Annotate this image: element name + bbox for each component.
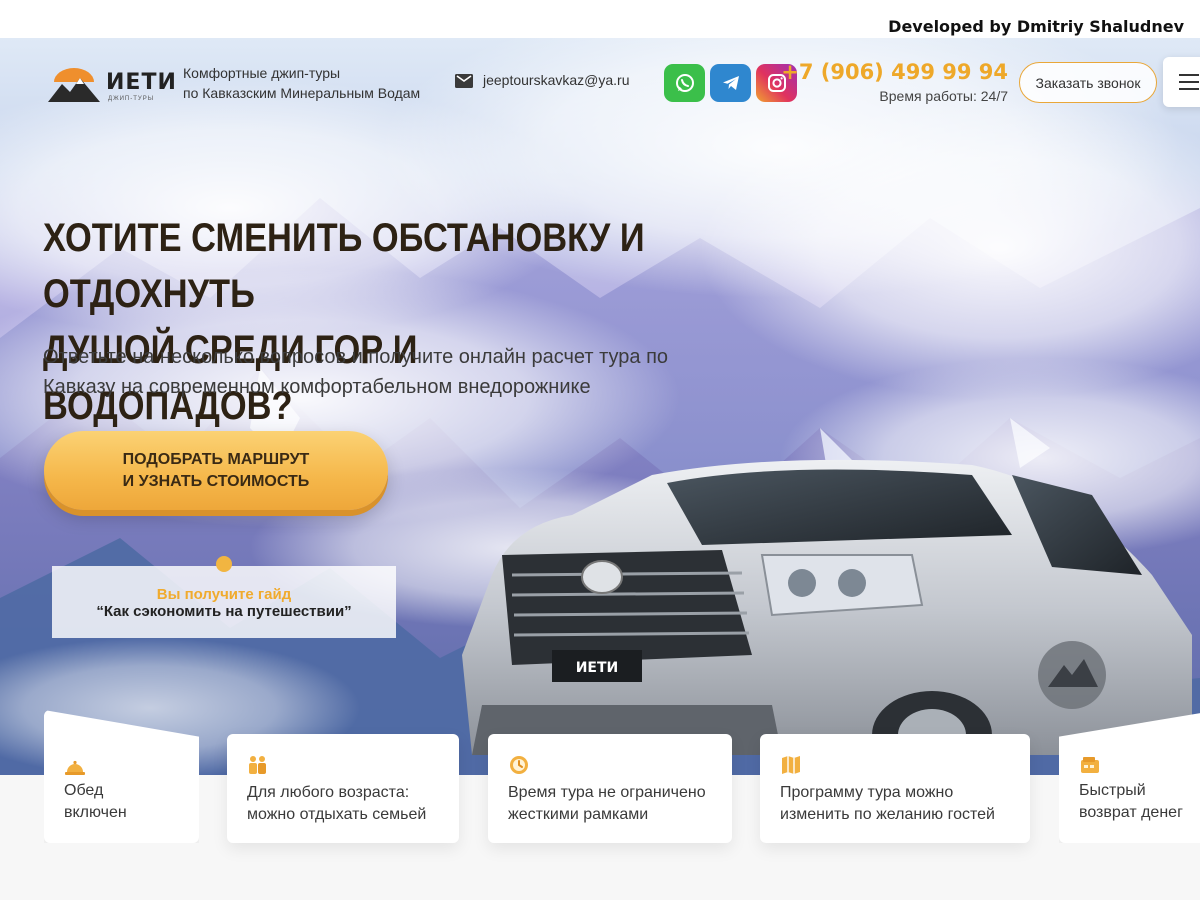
tagline-line-2: по Кавказским Минеральным Водам	[183, 85, 421, 101]
whatsapp-icon	[675, 74, 694, 92]
feature-text: Обед включен	[64, 782, 127, 821]
telegram-icon	[722, 76, 739, 90]
telegram-button[interactable]	[710, 64, 751, 102]
site-logo[interactable]: ИЕТИ ДЖИП-ТУРЫ	[48, 62, 176, 106]
plate-logo: ИЕТИ	[576, 660, 619, 676]
feature-text: Время тура не ограничено жесткими рамкам…	[508, 784, 706, 823]
email-text: jeeptourskavkaz@ya.ru	[483, 72, 630, 88]
feature-card-time: Время тура не ограничено жесткими рамкам…	[488, 734, 732, 843]
developer-strip: Developed by Dmitriy Shaludnev	[0, 0, 1200, 38]
feature-text: Быстрый возврат денег	[1079, 782, 1183, 821]
mountain-logo-icon	[48, 68, 100, 102]
family-icon	[249, 756, 266, 774]
wallet-icon	[1081, 757, 1099, 773]
guide-offer: Вы получите гайд “Как сэкономить на путе…	[52, 556, 396, 638]
headline-bold-1: отдохнуть	[43, 272, 255, 316]
guide-title: Вы получите гайд	[156, 586, 292, 603]
header-tagline: Комфортные джип-туры по Кавказским Минер…	[183, 63, 420, 103]
cloche-icon	[65, 760, 85, 775]
phone-number[interactable]: +7 (906) 499 99 94	[781, 60, 1008, 84]
working-hours: Время работы: 24/7	[879, 88, 1008, 104]
menu-icon	[1179, 74, 1199, 76]
logo-name: ИЕТИ	[106, 70, 177, 95]
mail-icon	[455, 74, 473, 89]
guide-name: “Как сэкономить на путешествии”	[96, 603, 352, 620]
feature-card-age: Для любого возраста: можно отдыхать семь…	[227, 734, 459, 843]
logo-subtitle: ДЖИП-ТУРЫ	[108, 96, 155, 102]
pick-route-button[interactable]: ПОДОБРАТЬ МАРШРУТ И УЗНАТЬ СТОИМОСТЬ	[44, 431, 388, 510]
hero-subheading: Ответьте на несколько вопросов и получит…	[43, 346, 669, 398]
phone-block: +7 (906) 499 99 94 Время работы: 24/7	[781, 60, 1008, 104]
headline-regular: Хотите сменить обстановку и	[43, 216, 645, 260]
clock-icon	[510, 756, 528, 774]
feature-card-program: Программу тура можно изменить по желанию…	[760, 734, 1030, 843]
feature-text: Для любого возраста: можно отдыхать семь…	[247, 784, 427, 823]
developer-credit: Developed by Dmitriy Shaludnev	[888, 17, 1184, 36]
feature-text: Программу тура можно изменить по желанию…	[780, 784, 995, 823]
tagline-line-1: Комфортные джип-туры	[183, 65, 341, 81]
email-link[interactable]: jeeptourskavkaz@ya.ru	[455, 72, 630, 89]
menu-button[interactable]	[1163, 57, 1200, 107]
whatsapp-button[interactable]	[664, 64, 705, 102]
site-header: ИЕТИ ДЖИП-ТУРЫ Комфортные джип-туры по К…	[0, 38, 1200, 128]
callback-button[interactable]: Заказать звонок	[1019, 62, 1157, 103]
feature-card-lunch: Обед включен	[44, 710, 199, 843]
map-icon	[782, 756, 800, 774]
features-row: Обед включен Для любого возраста: можно …	[0, 710, 1200, 860]
guide-dot	[216, 556, 232, 572]
feature-card-refund: Быстрый возврат денег	[1059, 710, 1200, 843]
social-links	[664, 64, 797, 102]
